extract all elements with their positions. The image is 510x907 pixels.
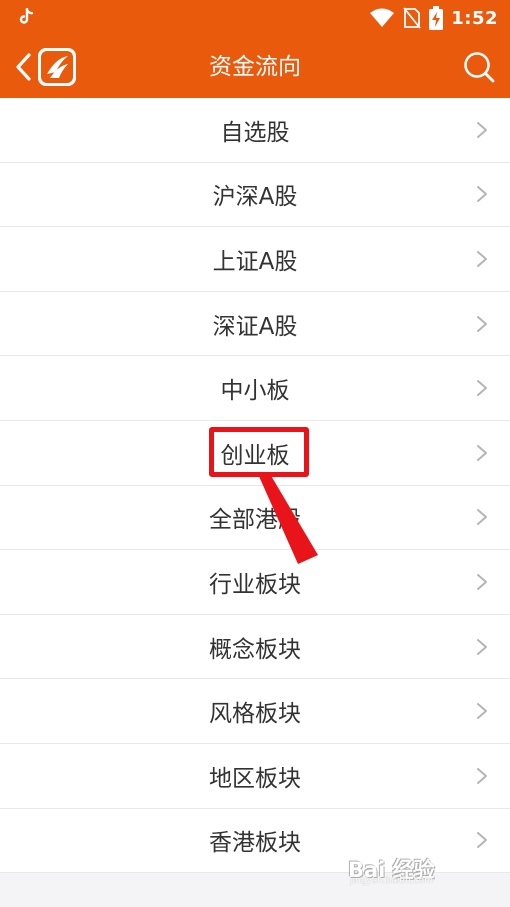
- list-item[interactable]: 创业板: [0, 421, 510, 486]
- watermark: Bai 经验 jingyan.baidu.com: [348, 848, 488, 890]
- chevron-right-icon: [477, 444, 487, 461]
- list-item-label: 中小板: [220, 378, 290, 405]
- chevron-right-icon: [477, 767, 487, 784]
- wifi-icon: [370, 8, 395, 27]
- battery-charging-icon: [429, 6, 444, 30]
- chevron-right-icon: [477, 638, 487, 655]
- page-title: 资金流向: [209, 54, 301, 80]
- list-item-label: 自选股: [220, 119, 290, 146]
- list-item[interactable]: 中小板: [0, 356, 510, 421]
- list-item-label: 香港板块: [209, 830, 301, 857]
- list-item-label: 行业板块: [209, 571, 301, 598]
- chevron-right-icon: [477, 380, 487, 397]
- status-time: 1:52: [451, 7, 498, 29]
- list-item[interactable]: 概念板块: [0, 615, 510, 680]
- market-list: 自选股沪深A股上证A股深证A股中小板创业板全部港股行业板块概念板块风格板块地区板…: [0, 98, 510, 874]
- chevron-right-icon: [477, 832, 487, 849]
- list-item[interactable]: 地区板块: [0, 744, 510, 809]
- list-item-label: 概念板块: [209, 636, 301, 663]
- watermark-sub: jingyan.baidu.com: [350, 876, 434, 886]
- chevron-right-icon: [477, 573, 487, 590]
- list-item[interactable]: 上证A股: [0, 227, 510, 292]
- chevron-right-icon: [477, 703, 487, 720]
- list-item-label: 深证A股: [212, 313, 298, 340]
- list-item-label: 沪深A股: [212, 184, 298, 211]
- list-item-label: 全部港股: [209, 507, 301, 534]
- list-item[interactable]: 深证A股: [0, 292, 510, 357]
- list-item[interactable]: 沪深A股: [0, 163, 510, 228]
- list-item-label: 创业板: [220, 442, 290, 469]
- chevron-right-icon: [477, 186, 487, 203]
- chevron-right-icon: [477, 315, 487, 332]
- list-item[interactable]: 全部港股: [0, 486, 510, 551]
- tiktok-icon: [19, 8, 34, 24]
- chevron-right-icon: [477, 121, 487, 138]
- list-item-label: 上证A股: [212, 248, 298, 275]
- chevron-right-icon: [477, 250, 487, 267]
- status-bar: 1:52: [0, 0, 510, 36]
- list-item-label: 风格板块: [209, 701, 301, 728]
- list-item[interactable]: 自选股: [0, 98, 510, 163]
- chevron-right-icon: [477, 509, 487, 526]
- list-item[interactable]: 行业板块: [0, 550, 510, 615]
- nav-bar: 资金流向: [0, 36, 510, 98]
- list-item[interactable]: 风格板块: [0, 679, 510, 744]
- no-sim-icon: [403, 7, 421, 29]
- list-item-label: 地区板块: [209, 765, 301, 792]
- search-icon[interactable]: [462, 50, 496, 84]
- status-icons: 1:52: [369, 6, 498, 30]
